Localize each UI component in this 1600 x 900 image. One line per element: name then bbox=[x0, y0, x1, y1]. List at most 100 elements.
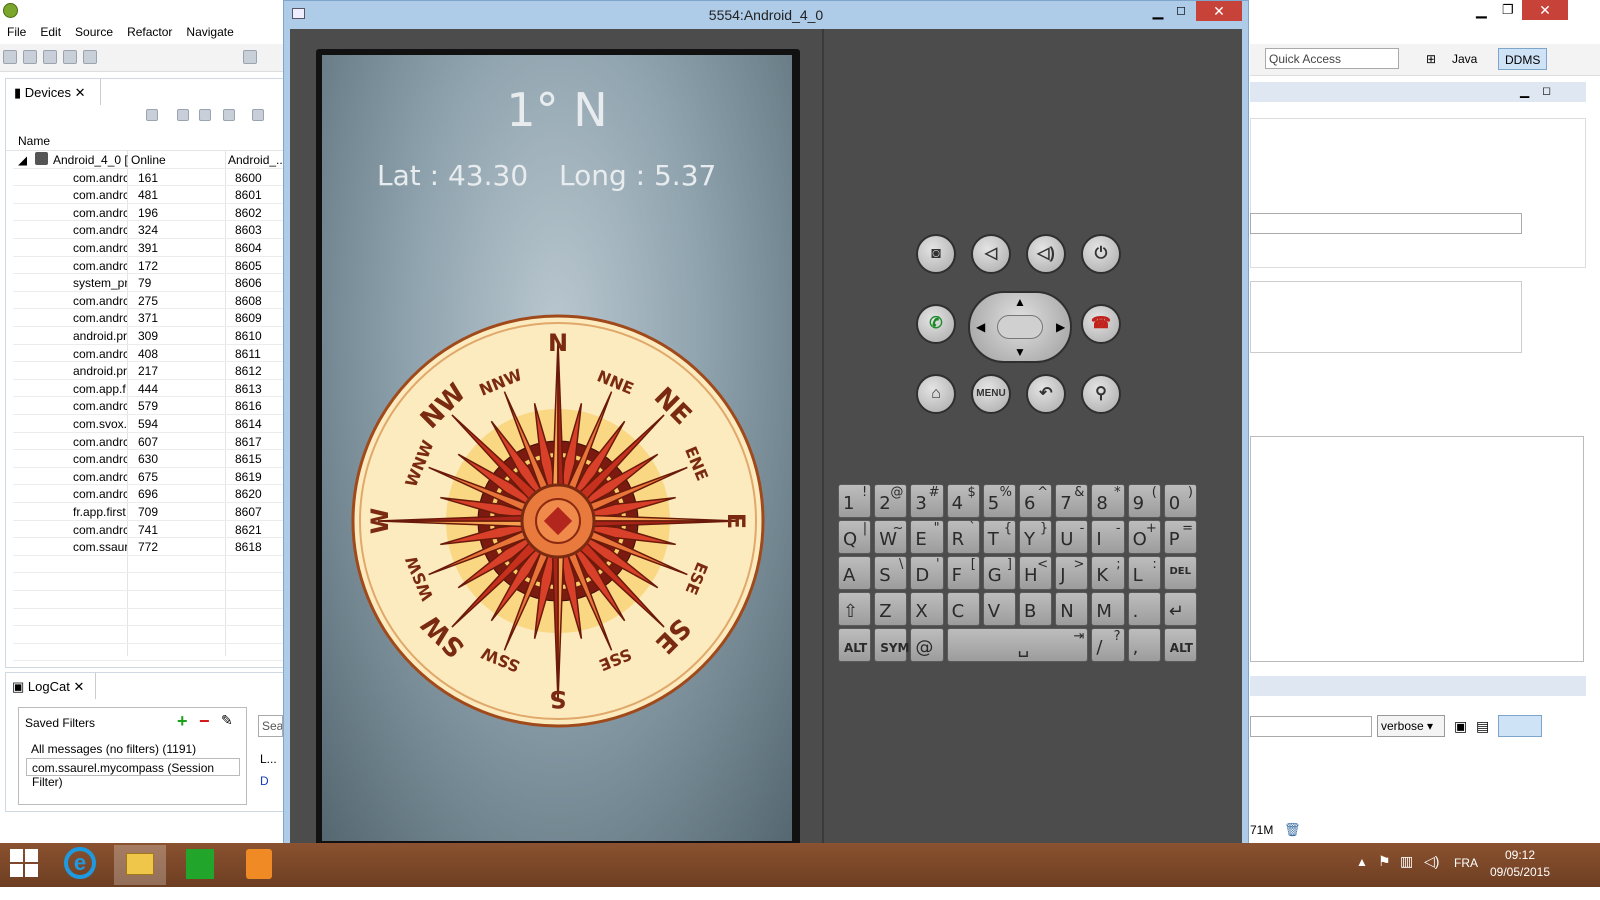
logcat-tab[interactable]: ▣ LogCat ✕ bbox=[6, 673, 96, 699]
show-hidden-icons[interactable]: ▲ bbox=[1356, 855, 1368, 869]
restore-icon[interactable]: ❐ bbox=[1502, 2, 1514, 18]
dpad-center[interactable] bbox=[997, 315, 1043, 339]
process-row[interactable]: system_pr 79 8606 bbox=[13, 274, 284, 292]
key[interactable]: ↵ bbox=[1163, 592, 1197, 626]
clock-time[interactable]: 09:12 bbox=[1490, 848, 1550, 862]
menu-edit[interactable]: Edit bbox=[33, 22, 68, 39]
process-row[interactable]: fr.app.first 709 8607 bbox=[13, 503, 284, 521]
dump-icon[interactable] bbox=[199, 109, 211, 121]
windows-start-icon[interactable] bbox=[10, 849, 38, 877]
remove-filter-icon[interactable]: − bbox=[199, 711, 210, 732]
gc-trash-icon[interactable]: 🗑 bbox=[1284, 822, 1301, 838]
store-icon[interactable] bbox=[186, 849, 214, 879]
key[interactable]: V bbox=[982, 592, 1016, 626]
filter-all[interactable]: All messages (no filters) (1191) bbox=[31, 742, 196, 756]
process-row[interactable]: com.andrc 696 8620 bbox=[13, 485, 284, 503]
expand-icon[interactable]: ◢ bbox=[18, 153, 27, 167]
clock-date[interactable]: 09/05/2015 bbox=[1478, 865, 1562, 879]
key[interactable]: ␣ ⇥ bbox=[946, 628, 1089, 662]
process-row[interactable]: android.pr 217 8612 bbox=[13, 362, 284, 380]
key[interactable]: I- bbox=[1091, 520, 1125, 554]
key[interactable]: L: bbox=[1127, 556, 1161, 590]
close-tab-icon[interactable]: ✕ bbox=[75, 85, 86, 100]
internet-explorer-icon[interactable]: e bbox=[64, 847, 96, 879]
device-screen[interactable]: 1° N Lat : 43.30 Long : 5.37 N NNE NE ENE E E… bbox=[322, 55, 792, 841]
key[interactable]: D ' bbox=[910, 556, 944, 590]
key[interactable]: T{ bbox=[982, 520, 1016, 554]
key[interactable]: 4 $ bbox=[946, 484, 980, 518]
minimize-icon[interactable]: ▁ bbox=[1476, 2, 1487, 19]
camera-button[interactable]: ◙ bbox=[916, 234, 956, 274]
key[interactable]: ALT bbox=[1163, 628, 1197, 662]
emulator-maximize-icon[interactable]: ◻ bbox=[1171, 3, 1191, 17]
file-explorer-icon[interactable] bbox=[114, 845, 166, 885]
back-button[interactable]: ↶ bbox=[1026, 374, 1066, 414]
menu-file[interactable]: File bbox=[0, 22, 33, 39]
key[interactable]: 5% bbox=[982, 484, 1016, 518]
dpad-down-icon[interactable]: ▼ bbox=[1014, 345, 1026, 359]
process-row[interactable]: com.andrc 675 8619 bbox=[13, 468, 284, 486]
power-button[interactable]: ⏻ bbox=[1081, 234, 1121, 274]
threads-icon[interactable] bbox=[252, 109, 264, 121]
key[interactable]: W ~ bbox=[874, 520, 908, 554]
key[interactable]: ⇧ bbox=[838, 592, 872, 626]
end-call-button[interactable]: ☎ bbox=[1081, 304, 1121, 344]
process-row[interactable]: com.app.f 444 8613 bbox=[13, 380, 284, 398]
key[interactable]: Z bbox=[874, 592, 908, 626]
gc-icon[interactable] bbox=[223, 109, 235, 121]
dpad[interactable]: ▲ ▼ ◀ ▶ bbox=[968, 291, 1072, 363]
debug-icon[interactable] bbox=[146, 109, 158, 121]
logcat-search-input[interactable]: Sear bbox=[258, 715, 283, 737]
process-row[interactable]: com.andrc 607 8617 bbox=[13, 433, 284, 451]
flag-icon[interactable]: ⚑ bbox=[1378, 853, 1391, 870]
process-row[interactable]: com.andrc 172 8605 bbox=[13, 257, 284, 275]
key[interactable]: A bbox=[838, 556, 872, 590]
process-row[interactable]: com.andrc 391 8604 bbox=[13, 239, 284, 257]
key[interactable]: DEL bbox=[1163, 556, 1197, 590]
process-row[interactable]: com.andrc 371 8609 bbox=[13, 309, 284, 327]
menu-source[interactable]: Source bbox=[68, 22, 120, 39]
key[interactable]: C bbox=[946, 592, 980, 626]
logcat-filter-input[interactable] bbox=[1250, 716, 1372, 737]
key[interactable]: 1! bbox=[838, 484, 872, 518]
menu-refactor[interactable]: Refactor bbox=[120, 22, 179, 39]
device-row[interactable]: ◢ Android_4_0 [ Online Android_... bbox=[13, 151, 284, 169]
logcat-level-column[interactable]: L... bbox=[260, 752, 277, 766]
perspective-ddms[interactable]: DDMS bbox=[1498, 48, 1548, 70]
save-all-icon[interactable] bbox=[43, 50, 57, 64]
key[interactable]: @ bbox=[910, 628, 944, 662]
eclipse-close-button[interactable]: ✕ bbox=[1522, 0, 1568, 20]
key[interactable]: Q | bbox=[838, 520, 872, 554]
key[interactable]: E " bbox=[910, 520, 944, 554]
edit-filter-icon[interactable]: ✎ bbox=[221, 712, 233, 729]
dpad-up-icon[interactable]: ▲ bbox=[1014, 295, 1026, 309]
key[interactable]: 8 * bbox=[1091, 484, 1125, 518]
quick-access-input[interactable]: Quick Access bbox=[1265, 48, 1399, 69]
language-indicator[interactable]: FRA bbox=[1454, 856, 1478, 870]
pin-icon[interactable] bbox=[243, 50, 258, 64]
open-perspective-icon[interactable]: ⊞ bbox=[1420, 48, 1442, 70]
process-row[interactable]: com.andrc 481 8601 bbox=[13, 186, 284, 204]
key[interactable]: S \ bbox=[874, 556, 908, 590]
key[interactable]: G] bbox=[982, 556, 1016, 590]
key[interactable]: M bbox=[1091, 592, 1125, 626]
key[interactable]: 7 & bbox=[1055, 484, 1089, 518]
media-player-icon[interactable] bbox=[246, 849, 272, 879]
key[interactable]: /? bbox=[1091, 628, 1125, 662]
dpad-left-icon[interactable]: ◀ bbox=[976, 320, 985, 334]
perspective-java[interactable]: Java bbox=[1446, 48, 1483, 70]
key[interactable]: . bbox=[1127, 592, 1161, 626]
call-button[interactable]: ✆ bbox=[916, 304, 956, 344]
clear-log-icon[interactable]: ▤ bbox=[1476, 718, 1489, 735]
process-row[interactable]: com.andrc 275 8608 bbox=[13, 292, 284, 310]
key[interactable]: 9( bbox=[1127, 484, 1161, 518]
search-button[interactable]: ⚲ bbox=[1081, 374, 1121, 414]
emulator-close-button[interactable]: ✕ bbox=[1196, 1, 1242, 21]
menu-button[interactable]: MENU bbox=[971, 374, 1011, 414]
process-row[interactable]: com.andrc 196 8602 bbox=[13, 204, 284, 222]
process-row[interactable]: android.pr 309 8610 bbox=[13, 327, 284, 345]
key[interactable]: Y} bbox=[1019, 520, 1053, 554]
key[interactable]: ALT bbox=[838, 628, 872, 662]
key[interactable]: U- bbox=[1055, 520, 1089, 554]
volume-icon[interactable]: ◁) bbox=[1424, 853, 1439, 870]
